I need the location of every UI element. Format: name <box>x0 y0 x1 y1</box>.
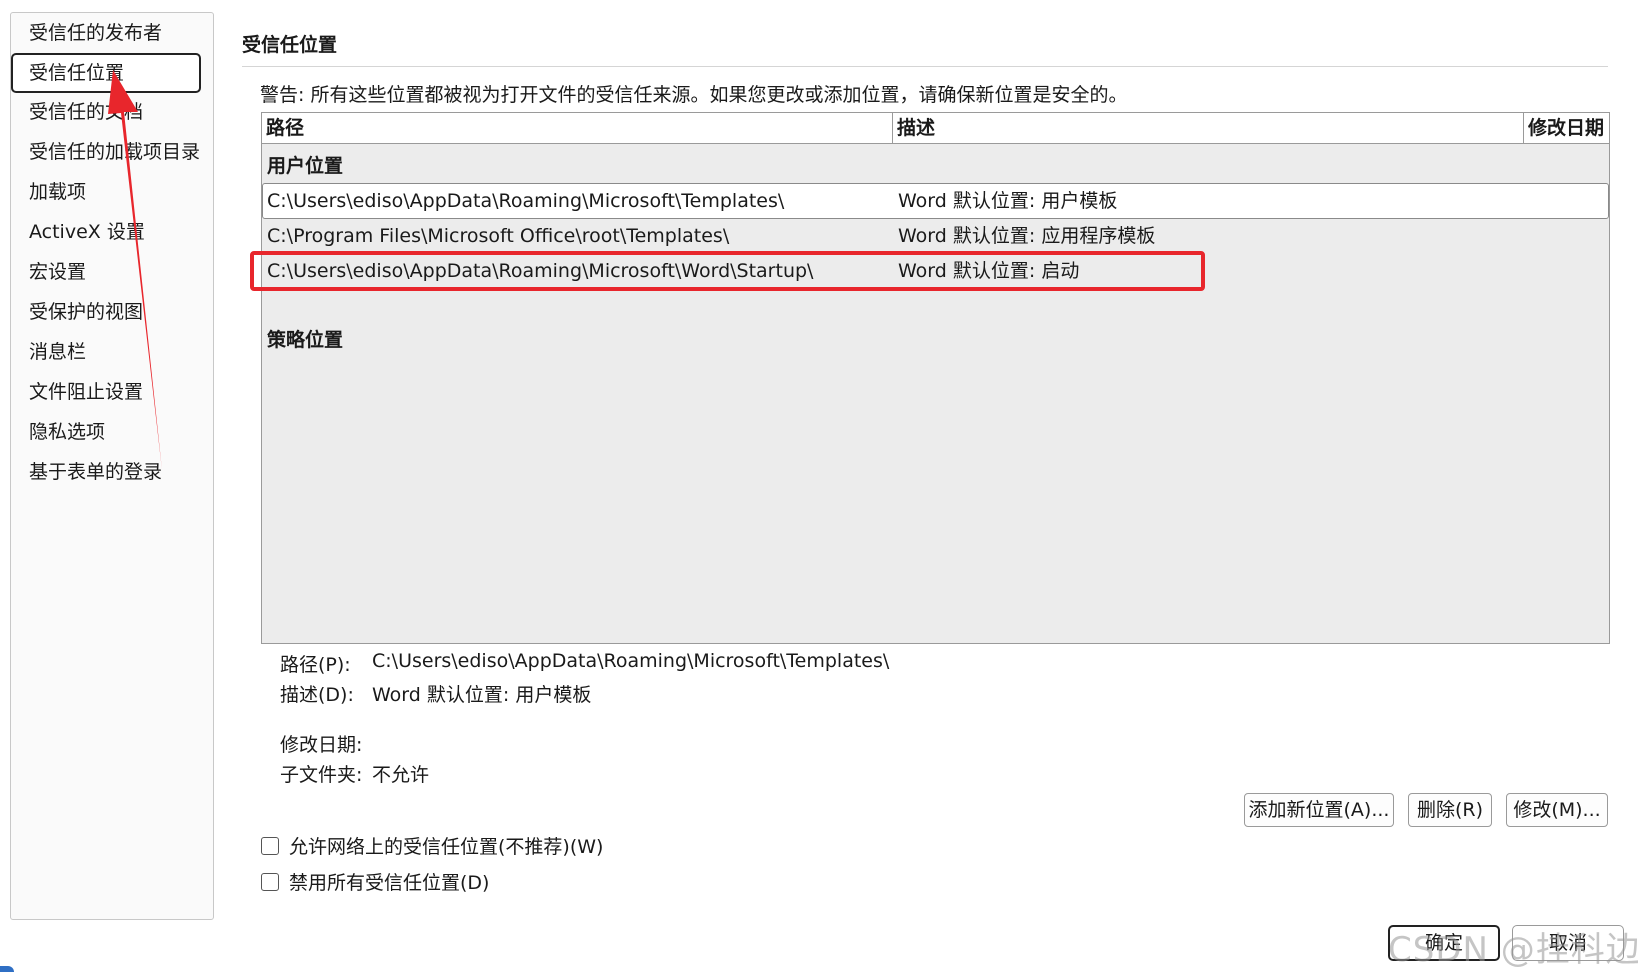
detail-modified-label: 修改日期: <box>280 734 363 756</box>
detail-description-label: 描述(D): <box>280 684 354 706</box>
settings-nav: 受信任的发布者 受信任位置 受信任的文档 受信任的加载项目录 加载项 Activ… <box>10 12 214 920</box>
disable-all-checkbox[interactable] <box>261 872 279 891</box>
warning-text: 警告: 所有这些位置都被视为打开文件的受信任来源。如果您更改或添加位置，请确保新… <box>260 84 1128 106</box>
column-header-description[interactable]: 描述 <box>893 113 1523 143</box>
detail-path-value: C:\Users\ediso\AppData\Roaming\Microsoft… <box>372 650 890 672</box>
nav-item-macro-settings[interactable]: 宏设置 <box>29 257 86 287</box>
cell-path: C:\Program Files\Microsoft Office\root\T… <box>267 225 730 247</box>
group-label-policy: 策略位置 <box>267 329 344 351</box>
watermark: CSDN @挂科边缘 <box>1388 930 1638 970</box>
allow-network-checkbox[interactable] <box>261 836 279 855</box>
detail-description-value: Word 默认位置: 用户模板 <box>372 684 592 706</box>
table-header: 路径 描述 修改日期 <box>262 113 1609 144</box>
group-label-user: 用户位置 <box>267 155 344 177</box>
cell-path: C:\Users\ediso\AppData\Roaming\Microsoft… <box>267 190 785 212</box>
cell-description: Word 默认位置: 用户模板 <box>898 190 1118 212</box>
allow-network-option[interactable]: 允许网络上的受信任位置(不推荐)(W) <box>261 832 603 859</box>
annotation-highlight-box <box>250 251 1205 291</box>
nav-item-form-based-signin[interactable]: 基于表单的登录 <box>29 457 162 487</box>
column-header-modified[interactable]: 修改日期 <box>1524 113 1609 143</box>
cell-description: Word 默认位置: 应用程序模板 <box>898 225 1156 247</box>
column-header-path[interactable]: 路径 <box>262 113 892 143</box>
disable-all-option[interactable]: 禁用所有受信任位置(D) <box>261 868 489 895</box>
page-title: 受信任位置 <box>242 34 338 56</box>
nav-item-activex-settings[interactable]: ActiveX 设置 <box>29 217 145 247</box>
allow-network-label[interactable]: 允许网络上的受信任位置(不推荐)(W) <box>289 836 603 858</box>
detail-path-label: 路径(P): <box>280 654 351 676</box>
nav-item-protected-view[interactable]: 受保护的视图 <box>29 297 143 327</box>
modify-button[interactable]: 修改(M)... <box>1506 793 1608 827</box>
nav-item-trusted-publishers[interactable]: 受信任的发布者 <box>29 18 162 48</box>
detail-subfolder-value: 不允许 <box>372 764 430 786</box>
remove-button[interactable]: 删除(R) <box>1408 793 1492 827</box>
table-row[interactable]: C:\Users\ediso\AppData\Roaming\Microsoft… <box>262 183 1609 219</box>
nav-item-trusted-addin-catalogs[interactable]: 受信任的加载项目录 <box>29 137 200 167</box>
nav-item-message-bar[interactable]: 消息栏 <box>29 337 86 367</box>
nav-item-trusted-locations[interactable]: 受信任位置 <box>11 53 201 93</box>
detail-subfolder-label: 子文件夹: <box>280 764 363 786</box>
title-divider <box>242 66 1608 67</box>
nav-item-trusted-documents[interactable]: 受信任的文档 <box>29 97 143 127</box>
trusted-locations-table: 路径 描述 修改日期 用户位置 C:\Users\ediso\AppData\R… <box>261 112 1610 644</box>
disable-all-label[interactable]: 禁用所有受信任位置(D) <box>289 872 489 894</box>
nav-item-privacy-options[interactable]: 隐私选项 <box>29 417 105 447</box>
nav-item-file-block-settings[interactable]: 文件阻止设置 <box>29 377 143 407</box>
add-location-button[interactable]: 添加新位置(A)... <box>1244 793 1394 827</box>
window-corner-accent <box>0 966 14 972</box>
table-row[interactable]: C:\Program Files\Microsoft Office\root\T… <box>262 219 1609 255</box>
nav-item-addins[interactable]: 加载项 <box>29 177 86 207</box>
